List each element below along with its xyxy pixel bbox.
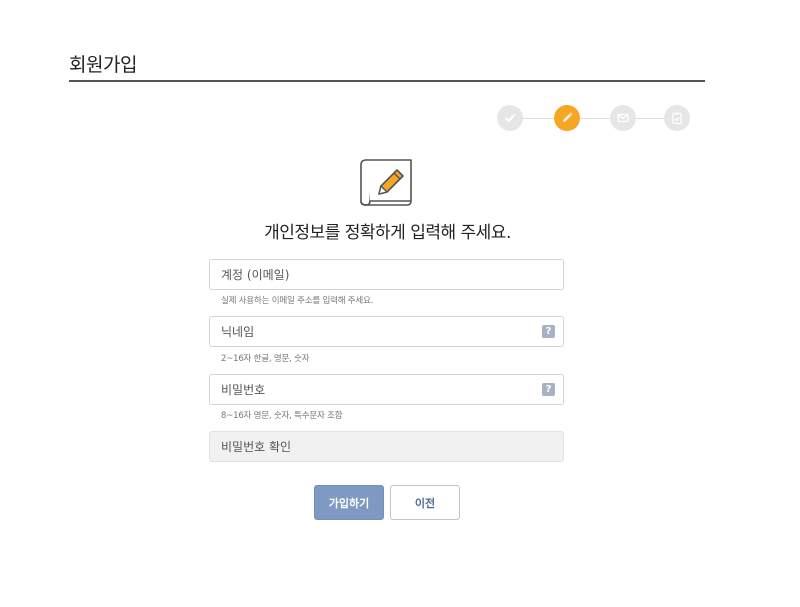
clipboard-icon — [672, 112, 682, 125]
form-heading: 개인정보를 정확하게 입력해 주세요. — [264, 223, 511, 243]
nickname-help-icon[interactable]: ? — [542, 325, 555, 338]
password-field-wrapper: ? — [209, 374, 564, 405]
password-input[interactable] — [210, 375, 521, 404]
back-button[interactable]: 이전 — [390, 485, 460, 520]
password-confirm-field-wrapper — [209, 431, 564, 462]
step-3 — [610, 105, 636, 131]
email-input[interactable] — [210, 260, 521, 289]
step-2 — [554, 105, 580, 131]
mail-icon — [617, 113, 629, 123]
nickname-hint: 2~16자 한글, 영문, 숫자 — [221, 354, 310, 364]
check-icon — [505, 114, 515, 122]
step-4 — [664, 105, 690, 131]
page-title: 회원가입 — [69, 54, 137, 76]
nickname-input[interactable] — [210, 317, 521, 346]
signup-button[interactable]: 가입하기 — [314, 485, 384, 520]
title-divider — [69, 80, 705, 82]
password-confirm-input[interactable] — [210, 432, 521, 461]
password-help-icon[interactable]: ? — [542, 383, 555, 396]
password-hint: 8~16자 영문, 숫자, 특수문자 조합 — [221, 411, 343, 421]
nickname-field-wrapper: ? — [209, 316, 564, 347]
email-field-wrapper — [209, 259, 564, 290]
step-1 — [497, 105, 523, 131]
step-connector — [510, 118, 677, 119]
email-hint: 실제 사용하는 이메일 주소를 입력해 주세요. — [221, 296, 374, 306]
progress-steps — [497, 105, 690, 133]
pencil-icon — [563, 112, 573, 122]
document-pencil-icon — [360, 159, 412, 206]
